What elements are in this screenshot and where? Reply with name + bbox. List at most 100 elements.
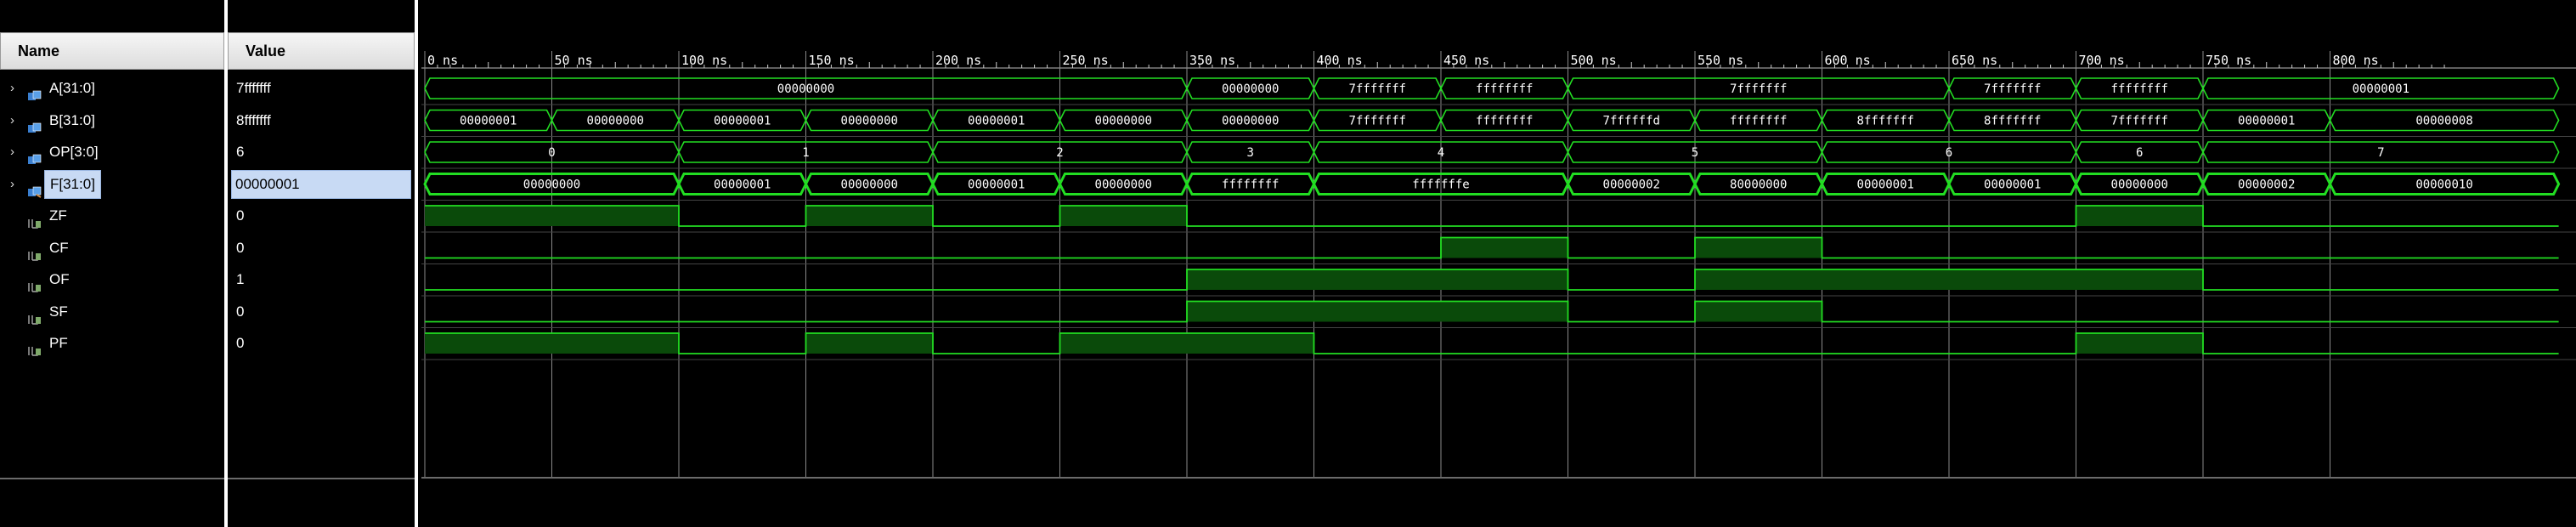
bus-value-label: ffffffff [2111,82,2168,96]
ruler-label: 0 ns [427,53,458,68]
signal-value-text: 0 [236,207,245,224]
bus-value-label: 00000000 [777,82,834,96]
waveform-area[interactable]: 0 ns 50 ns 100 ns 150 ns 200 ns 250 ns 350 ns 4… [421,0,2576,527]
bit-icon [27,306,42,325]
name-column: Name › A[31:0] › B[31:0] › OP[3:0] › F[31:0] ZF C… [0,0,224,527]
signal-row[interactable]: OF [0,264,224,295]
bit-icon [27,337,42,356]
divider [0,478,224,479]
bus-icon [27,146,42,164]
signal-row[interactable]: PF [0,328,224,359]
waveform-canvas[interactable]: 0 ns 50 ns 100 ns 150 ns 200 ns 250 ns 350 ns 4… [421,0,2576,527]
bus-value-label: 00000000 [1095,178,1152,192]
signal-value-text: 7fffffff [236,80,271,96]
bus-value-label: 7fffffff [1349,82,1406,96]
bus-value-label: 8fffffff [1857,115,1914,128]
signal-name: ZF [49,207,67,224]
bit-icon [27,210,42,229]
bus-value-label: 00000001 [968,115,1025,128]
signal-value[interactable]: 8fffffff [228,105,415,136]
bus-value-label: 00000001 [968,178,1025,192]
bus-value-label: 7fffffff [1349,115,1406,128]
chevron-right-icon[interactable]: › [10,73,14,104]
bus-value-label: 00000000 [523,178,580,192]
bus-value-label: 3 [1247,146,1254,160]
divider [228,478,415,479]
signal-row[interactable]: › OP[3:0] [0,137,224,167]
signal-value[interactable]: 0 [228,297,415,327]
signal-value-text: 0 [236,303,245,320]
signal-value-text: 1 [236,271,245,287]
bus-value-label: ffffffff [1730,115,1787,128]
bus-value-label: 0 [548,146,555,160]
high-fill [1187,269,1568,290]
bus-value-label: ffffffff [1476,115,1533,128]
signal-row[interactable]: ZF [0,201,224,231]
bus-value-label: 00000000 [2111,178,2168,192]
signal-value[interactable]: 0 [228,233,415,264]
bus-value-label: 6 [1946,146,1952,160]
signal-name: B[31:0] [49,111,95,128]
bus-icon [27,115,42,133]
name-column-header[interactable]: Name [0,32,224,70]
high-fill [1695,301,1822,322]
signal-name: F[31:0] [44,169,101,199]
chevron-right-icon[interactable]: › [10,137,14,167]
high-fill [2076,333,2203,354]
bus-value-label: 1 [802,146,809,160]
bit-icon [27,274,42,292]
signal-row[interactable]: › B[31:0] [0,105,224,136]
high-fill [1695,237,1822,258]
signal-value[interactable]: 0 [228,201,415,231]
bus-value-label: 00000002 [2238,178,2295,192]
chevron-right-icon[interactable]: › [10,105,14,136]
bus-value-label: 00000000 [1222,82,1279,96]
signal-value[interactable]: 0 [228,328,415,359]
bus-value-label: 6 [2136,146,2143,160]
bus-value-label: 00000001 [714,115,771,128]
signal-value[interactable]: 7fffffff [228,73,415,104]
signal-name: A[31:0] [49,80,95,96]
high-fill [1059,206,1187,226]
signal-name: CF [49,239,69,256]
bus-value-label: 5 [1692,146,1698,160]
high-fill [1059,333,1314,354]
bus-output-icon [27,178,42,198]
bus-value-label: 00000001 [714,178,771,192]
high-fill [1441,237,1568,258]
bit-waveform [425,205,2559,227]
signal-value-text: 00000001 [231,169,411,199]
value-column-header[interactable]: Value [228,32,415,70]
bus-value-label: 00000000 [587,115,644,128]
signal-name: OF [49,271,70,287]
bus-value-label: 00000002 [1603,178,1660,192]
high-fill [425,206,679,226]
signal-row[interactable]: › F[31:0] [0,169,224,200]
bus-value-label: 00000000 [1222,115,1279,128]
bit-icon [27,242,42,261]
high-fill [425,333,679,354]
signal-value[interactable]: 6 [228,137,415,167]
high-fill [1695,269,2203,290]
signal-row[interactable]: › A[31:0] [0,73,224,104]
signal-row[interactable]: CF [0,233,224,264]
high-fill [805,206,933,226]
bus-value-label: 7fffffff [1730,82,1787,96]
chevron-right-icon[interactable]: › [10,169,14,200]
pane-toolbar [0,0,224,31]
high-fill [805,333,933,354]
signal-row[interactable]: SF [0,297,224,327]
bus-value-label: 00000000 [841,178,898,192]
high-fill [2076,206,2203,226]
signal-value[interactable]: 00000001 [228,169,415,200]
signal-value-text: 6 [236,144,245,160]
bus-value-label: 00000008 [2415,115,2472,128]
bus-value-label: 7fffffff [2111,115,2168,128]
pane-toolbar [228,0,415,31]
signal-name: SF [49,303,68,320]
pane-splitter[interactable] [415,0,418,527]
signal-value[interactable]: 1 [228,264,415,295]
bus-value-label: 00000000 [841,115,898,128]
bus-value-label: 8fffffff [1984,115,2041,128]
bus-value-label: 00000001 [1984,178,2041,192]
